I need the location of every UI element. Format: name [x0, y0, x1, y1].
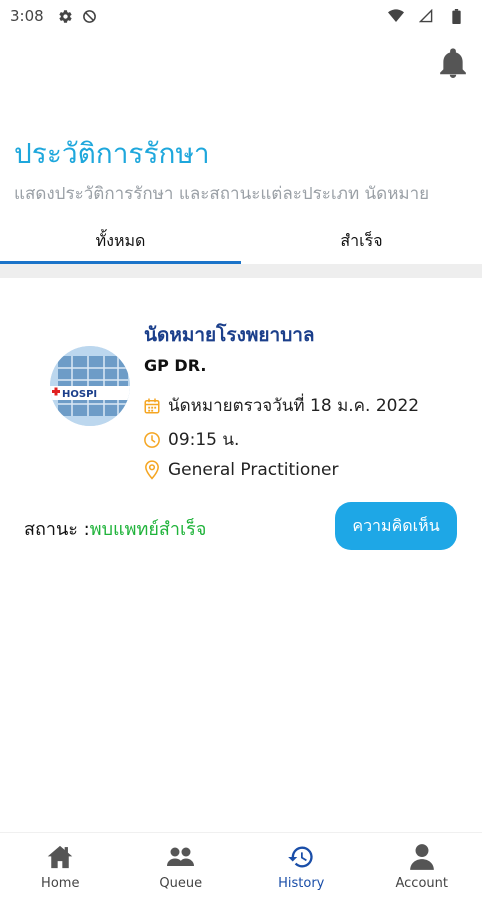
battery-icon — [448, 8, 464, 24]
tab-success-label: สำเร็จ — [340, 230, 383, 250]
appointment-status: สถานะ :พบแพทย์สำเร็จ — [24, 514, 206, 543]
appointment-title: นัดหมายโรงพยาบาล — [144, 324, 315, 346]
nav-home[interactable]: Home — [0, 833, 121, 900]
tab-all-label: ทั้งหมด — [95, 230, 146, 250]
appointment-time-row: 09:15 น. — [142, 426, 239, 453]
wifi-icon — [388, 8, 404, 24]
home-icon — [45, 842, 75, 872]
tabs-divider — [0, 264, 482, 278]
appointment-department: General Practitioner — [168, 460, 339, 480]
nav-queue[interactable]: Queue — [121, 833, 242, 900]
nav-home-label: Home — [41, 876, 80, 891]
tab-success[interactable]: สำเร็จ — [241, 218, 482, 264]
status-value: พบแพทย์สำเร็จ — [89, 519, 207, 540]
history-tabs: ทั้งหมด สำเร็จ — [0, 218, 482, 264]
calendar-icon — [142, 396, 162, 416]
location-pin-icon — [142, 460, 162, 480]
appointment-date-row: นัดหมายตรวจวันที่ 18 ม.ค. 2022 — [142, 392, 419, 419]
account-icon — [407, 842, 437, 872]
signal-icon — [418, 8, 434, 24]
status-label: สถานะ : — [24, 519, 90, 540]
hospital-avatar: HOSPI — [50, 346, 130, 426]
page-subtitle: แสดงประวัติการรักษา และสถานะแต่ละประเภท … — [14, 184, 430, 204]
nav-history-label: History — [278, 876, 325, 891]
nav-account[interactable]: Account — [362, 833, 482, 900]
settings-gear-icon — [58, 8, 74, 24]
doctor-name: GP DR. — [144, 356, 207, 375]
clock-icon — [142, 430, 162, 450]
tab-all[interactable]: ทั้งหมด — [0, 218, 241, 264]
bottom-nav: Home Queue History Account — [0, 832, 482, 900]
appointment-department-row: General Practitioner — [142, 460, 339, 480]
history-icon — [286, 842, 316, 872]
avatar-hospital-text: HOSPI — [62, 389, 97, 400]
page-title: ประวัติการรักษา — [14, 137, 210, 170]
nav-history[interactable]: History — [241, 833, 362, 900]
queue-icon — [166, 842, 196, 872]
review-button[interactable]: ความคิดเห็น — [335, 502, 457, 550]
sync-off-icon — [82, 8, 98, 24]
nav-queue-label: Queue — [159, 876, 203, 891]
nav-account-label: Account — [395, 876, 449, 891]
appointment-time: 09:15 น. — [168, 430, 240, 450]
status-time: 3:08 — [10, 7, 44, 25]
status-bar: 3:08 — [0, 0, 482, 32]
appointment-card[interactable]: HOSPI นัดหมายโรงพยาบาล GP DR. นัดหมายตรว… — [0, 300, 482, 570]
notification-bell-icon[interactable] — [438, 46, 468, 80]
appointment-date: นัดหมายตรวจวันที่ 18 ม.ค. 2022 — [168, 396, 420, 416]
